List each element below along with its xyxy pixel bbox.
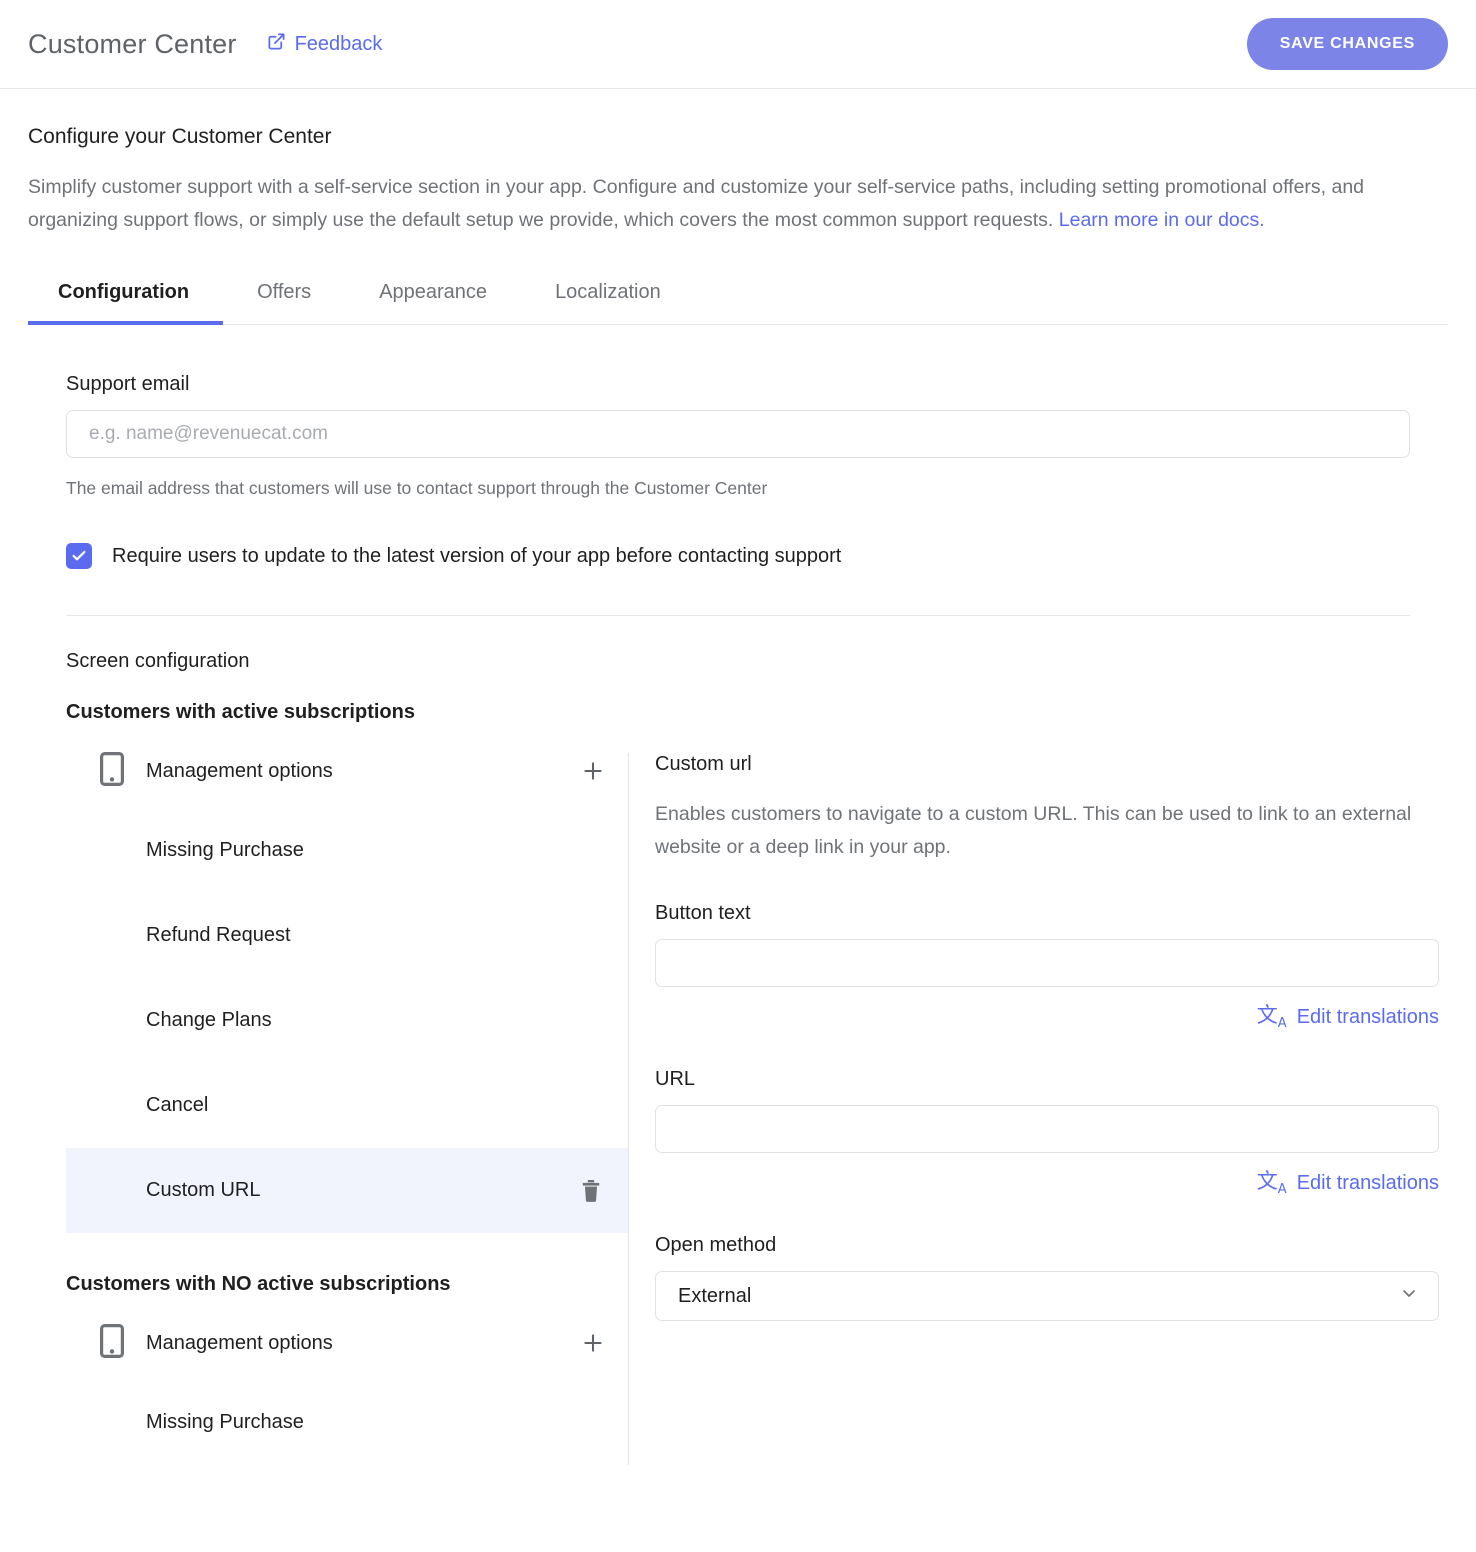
option-label: Cancel [146,1094,209,1116]
list-item[interactable]: Missing Purchase [66,808,628,893]
option-label: Custom URL [146,1179,261,1201]
translate-icon: 文A [1256,1003,1287,1032]
app-header: Customer Center Feedback SAVE CHANGES [0,0,1476,89]
option-label: Missing Purchase [146,839,304,861]
support-email-help: The email address that customers will us… [66,478,768,498]
page-title: Customer Center [28,28,237,59]
open-method-select-wrapper: External [655,1271,1439,1322]
open-method-label: Open method [655,1234,777,1257]
list-item[interactable]: Missing Purchase [66,1380,628,1465]
edit-translations-label: Edit translations [1296,1006,1439,1029]
require-update-checkbox[interactable] [66,543,92,569]
option-label: Change Plans [146,1009,272,1031]
delete-custom-url-button[interactable] [580,1178,602,1204]
screen-list-column: Customers with active subscriptions Mana… [66,701,628,1465]
url-edit-translations-link[interactable]: 文A Edit translations [1256,1169,1439,1198]
screen-configuration-columns: Customers with active subscriptions Mana… [66,701,1439,1465]
list-item[interactable]: Cancel [66,1063,628,1148]
tab-configuration[interactable]: Configuration [28,281,224,325]
open-method-select[interactable]: External [655,1271,1439,1322]
detail-panel-description: Enables customers to navigate to a custo… [655,803,1412,858]
save-changes-button[interactable]: SAVE CHANGES [1246,18,1448,70]
add-management-option-button-active[interactable] [580,758,606,784]
configure-heading: Configure your Customer Center [28,125,332,148]
feedback-label: Feedback [294,32,383,55]
screen-configuration-heading: Screen configuration [66,650,250,672]
support-email-input[interactable] [66,410,1410,458]
require-update-row: Require users to update to the latest ve… [66,543,1410,569]
smartphone-icon [100,1323,124,1363]
group-title-no-active-subscriptions: Customers with NO active subscriptions [66,1273,451,1295]
add-management-option-button-inactive[interactable] [580,1330,606,1356]
management-options-label-active: Management options [146,759,333,782]
detail-panel: Custom url Enables customers to navigate… [628,753,1439,1465]
url-translate-row: 文A Edit translations [655,1169,1439,1198]
management-options-label-inactive: Management options [146,1331,333,1354]
list-item[interactable]: Refund Request [66,893,628,978]
tab-appearance[interactable]: Appearance [345,281,521,324]
translate-icon: 文A [1256,1169,1287,1198]
configuration-form: Support email The email address that cus… [28,373,1448,1465]
option-label: Missing Purchase [146,1411,304,1433]
button-text-input[interactable] [655,939,1439,987]
feedback-link[interactable]: Feedback [267,32,383,57]
require-update-label: Require users to update to the latest ve… [112,544,842,567]
management-options-row-inactive[interactable]: Management options [66,1306,628,1380]
tab-offers[interactable]: Offers [223,281,345,324]
button-text-translate-row: 文A Edit translations [655,1003,1439,1032]
section-divider [66,615,1410,616]
tab-bar: Configuration Offers Appearance Localiza… [28,281,1448,325]
button-text-label: Button text [655,902,751,924]
list-item[interactable]: Change Plans [66,978,628,1063]
learn-more-link[interactable]: Learn more in our docs. [1059,209,1265,231]
configure-description: Simplify customer support with a self-se… [28,171,1418,237]
list-item-custom-url[interactable]: Custom URL [66,1148,628,1233]
smartphone-icon [100,751,124,791]
url-input[interactable] [655,1105,1439,1154]
edit-translations-label: Edit translations [1296,1172,1439,1195]
tab-localization[interactable]: Localization [521,281,695,324]
url-label: URL [655,1068,696,1091]
external-link-icon [267,32,286,57]
management-options-row-active[interactable]: Management options [66,734,628,808]
detail-panel-title: Custom url [655,753,752,775]
group-title-active-subscriptions: Customers with active subscriptions [66,701,415,723]
page-content: Configure your Customer Center Simplify … [0,125,1476,1465]
support-email-label: Support email [66,373,190,395]
option-label: Refund Request [146,924,291,946]
button-text-edit-translations-link[interactable]: 文A Edit translations [1256,1003,1439,1032]
